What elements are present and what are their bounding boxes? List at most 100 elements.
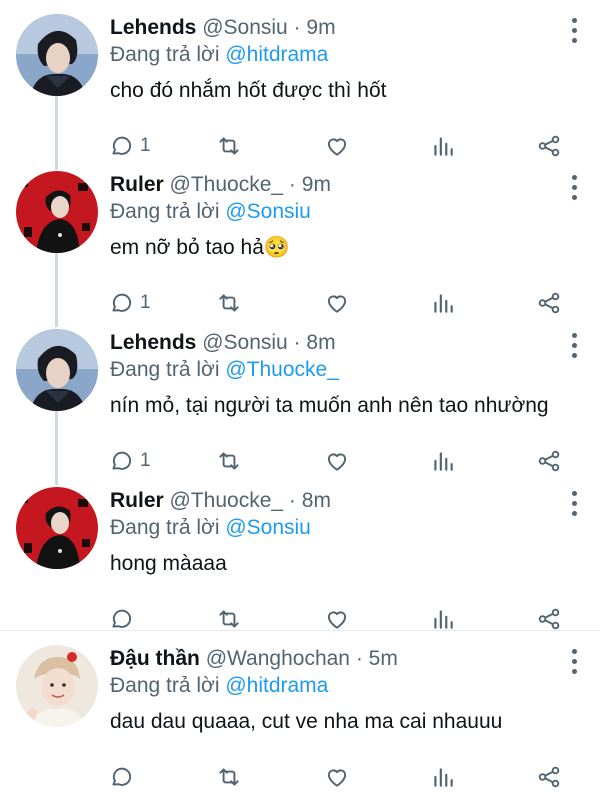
- author-name[interactable]: Đậu thần: [110, 647, 200, 670]
- share-button[interactable]: [536, 288, 562, 318]
- retweet-icon: [219, 768, 239, 786]
- replying-to: Đang trả lời @hitdrama: [110, 674, 328, 698]
- thread-line: [55, 253, 58, 327]
- separator: ·: [293, 16, 301, 39]
- retweet-icon: [219, 294, 239, 312]
- reply-prefix: Đang trả lời: [110, 358, 220, 381]
- reply-mention-link[interactable]: @hitdrama: [225, 43, 328, 66]
- heart-icon: [327, 138, 347, 156]
- timestamp[interactable]: 8m: [302, 489, 331, 512]
- avatar[interactable]: [16, 487, 98, 569]
- timestamp[interactable]: 5m: [369, 647, 398, 670]
- analytics-icon: [434, 137, 453, 156]
- analytics-button[interactable]: [430, 762, 456, 792]
- tweet-text: dau dau quaaa, cut ve nha ma cai nhauuu: [110, 710, 503, 733]
- avatar[interactable]: [16, 171, 98, 253]
- reply-button[interactable]: [108, 762, 140, 792]
- reply-button[interactable]: 1: [108, 131, 151, 161]
- retweet-button[interactable]: [216, 288, 242, 318]
- heart-icon: [327, 295, 347, 313]
- share-button[interactable]: [536, 131, 562, 161]
- like-button[interactable]: [324, 288, 350, 318]
- retweet-icon: [219, 610, 239, 628]
- heart-icon: [327, 611, 347, 629]
- replying-to: Đang trả lời @hitdrama: [110, 43, 328, 67]
- reply-count: 1: [140, 450, 151, 471]
- reply-prefix: Đang trả lời: [110, 200, 220, 223]
- author-name[interactable]: Ruler: [110, 173, 164, 196]
- like-button[interactable]: [324, 131, 350, 161]
- more-icon[interactable]: [570, 333, 578, 361]
- author-handle[interactable]: @Sonsiu: [202, 331, 288, 354]
- retweet-button[interactable]: [216, 446, 242, 476]
- author-handle[interactable]: @Sonsiu: [202, 16, 288, 39]
- share-icon: [538, 292, 560, 314]
- separator: ·: [288, 173, 296, 196]
- separator: ·: [288, 489, 296, 512]
- retweet-icon: [219, 452, 239, 470]
- analytics-button[interactable]: [430, 131, 456, 161]
- author-handle[interactable]: @Thuocke_: [170, 489, 284, 512]
- more-icon[interactable]: [570, 175, 578, 203]
- tweet-text: nín mỏ, tại người ta muốn anh nên tao nh…: [110, 394, 549, 417]
- action-bar: 1: [108, 446, 568, 476]
- replying-to: Đang trả lời @Sonsiu: [110, 200, 311, 224]
- action-bar: [108, 762, 568, 792]
- retweet-button[interactable]: [216, 131, 242, 161]
- reply-count: 1: [140, 135, 151, 156]
- avatar[interactable]: [16, 645, 98, 727]
- heart-icon: [327, 769, 347, 787]
- share-button[interactable]: [536, 762, 562, 792]
- replying-to: Đang trả lời @Sonsiu: [110, 516, 311, 540]
- reply-icon: [112, 767, 132, 786]
- timestamp[interactable]: 8m: [306, 331, 335, 354]
- analytics-button[interactable]: [430, 446, 456, 476]
- analytics-icon: [434, 610, 453, 629]
- reply-count: 1: [140, 292, 151, 313]
- avatar[interactable]: [16, 329, 98, 411]
- more-icon[interactable]: [570, 491, 578, 519]
- reply-icon: [112, 451, 132, 470]
- action-bar: 1: [108, 288, 568, 318]
- author-name[interactable]: Lehends: [110, 331, 196, 354]
- author-handle[interactable]: @Thuocke_: [170, 173, 284, 196]
- like-button[interactable]: [324, 446, 350, 476]
- more-icon[interactable]: [570, 18, 578, 46]
- analytics-icon: [434, 452, 453, 471]
- thread-line: [55, 411, 58, 485]
- reply-button[interactable]: 1: [108, 288, 151, 318]
- replying-to: Đang trả lời @Thuocke_: [110, 358, 339, 382]
- reply-mention-link[interactable]: @Sonsiu: [225, 516, 311, 539]
- author-handle[interactable]: @Wanghochan: [206, 647, 350, 670]
- reply-icon: [112, 136, 132, 155]
- reply-mention-link[interactable]: @Sonsiu: [225, 200, 311, 223]
- timestamp[interactable]: 9m: [306, 16, 335, 39]
- reply-icon: [112, 293, 132, 312]
- tweet-text: em nỡ bỏ tao hả🥺: [110, 236, 291, 259]
- action-bar: 1: [108, 131, 568, 161]
- share-icon: [538, 766, 560, 788]
- reply-mention-link[interactable]: @Thuocke_: [225, 358, 339, 381]
- reply-prefix: Đang trả lời: [110, 674, 220, 697]
- reply-prefix: Đang trả lời: [110, 43, 220, 66]
- more-icon[interactable]: [570, 649, 578, 677]
- retweet-button[interactable]: [216, 762, 242, 792]
- analytics-button[interactable]: [430, 288, 456, 318]
- avatar[interactable]: [16, 14, 98, 96]
- author-name[interactable]: Ruler: [110, 489, 164, 512]
- analytics-icon: [434, 768, 453, 787]
- share-icon: [538, 450, 560, 472]
- reply-button[interactable]: 1: [108, 446, 151, 476]
- share-button[interactable]: [536, 446, 562, 476]
- author-name[interactable]: Lehends: [110, 16, 196, 39]
- like-button[interactable]: [324, 762, 350, 792]
- retweet-icon: [219, 137, 239, 155]
- tweet-text: cho đó nhắm hốt được thì hốt: [110, 79, 387, 102]
- reply-prefix: Đang trả lời: [110, 516, 220, 539]
- analytics-icon: [434, 294, 453, 313]
- heart-icon: [327, 453, 347, 471]
- separator: ·: [355, 647, 363, 670]
- reply-mention-link[interactable]: @hitdrama: [225, 674, 328, 697]
- divider: [0, 630, 600, 631]
- timestamp[interactable]: 9m: [302, 173, 331, 196]
